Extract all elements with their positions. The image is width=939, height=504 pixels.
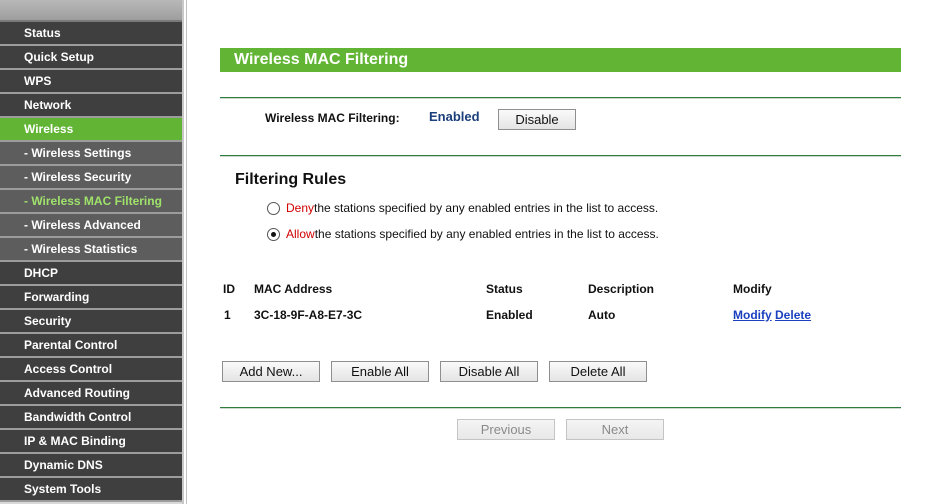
next-button[interactable]: Next: [566, 419, 664, 440]
column-header-description: Description: [588, 282, 655, 296]
previous-button[interactable]: Previous: [457, 419, 555, 440]
modify-link[interactable]: Modify: [733, 308, 772, 322]
filtering-rules-title: Filtering Rules: [235, 171, 347, 188]
table-row-status: Enabled: [486, 308, 533, 322]
allow-keyword: Allow: [286, 227, 315, 241]
sidebar-item-wireless-advanced[interactable]: - Wireless Advanced: [0, 214, 182, 238]
sidebar-item-quick-setup[interactable]: Quick Setup: [0, 46, 182, 70]
sidebar-item-bandwidth-control[interactable]: Bandwidth Control: [0, 406, 182, 430]
column-header-status: Status: [486, 282, 523, 296]
delete-all-button[interactable]: Delete All: [549, 361, 647, 382]
page-title: Wireless MAC Filtering: [220, 48, 901, 72]
add-new-button[interactable]: Add New...: [222, 361, 320, 382]
deny-rule-option[interactable]: Deny the stations specified by any enabl…: [267, 201, 658, 215]
sidebar-item-dynamic-dns[interactable]: Dynamic DNS: [0, 454, 182, 478]
sidebar-item-status[interactable]: Status: [0, 22, 182, 46]
sidebar-item-system-tools[interactable]: System Tools: [0, 478, 182, 502]
allow-rule-option[interactable]: Allow the stations specified by any enab…: [267, 227, 659, 241]
sidebar-item-dhcp[interactable]: DHCP: [0, 262, 182, 286]
column-header-id: ID: [223, 282, 235, 296]
filter-label: Wireless MAC Filtering:: [265, 111, 400, 125]
divider: [220, 407, 901, 409]
table-row-mac: 3C-18-9F-A8-E7-3C: [254, 308, 363, 322]
sidebar-item-ip-mac-binding[interactable]: IP & MAC Binding: [0, 430, 182, 454]
sidebar-item-wireless[interactable]: Wireless: [0, 118, 182, 142]
sidebar: Status Quick Setup WPS Network Wireless - Wir…: [0, 0, 184, 504]
table-row-id: 1: [224, 308, 231, 322]
sidebar-header: [0, 0, 182, 22]
sidebar-item-advanced-routing[interactable]: Advanced Routing: [0, 382, 182, 406]
deny-radio[interactable]: [267, 201, 280, 215]
sidebar-item-security[interactable]: Security: [0, 310, 182, 334]
column-header-modify: Modify: [733, 282, 772, 296]
sidebar-item-wps[interactable]: WPS: [0, 70, 182, 94]
disable-all-button[interactable]: Disable All: [440, 361, 538, 382]
filter-status: Enabled: [429, 109, 480, 124]
sidebar-item-network[interactable]: Network: [0, 94, 182, 118]
enable-all-button[interactable]: Enable All: [331, 361, 429, 382]
sidebar-nav: Status Quick Setup WPS Network Wireless - Wir…: [0, 22, 182, 502]
sidebar-item-wireless-security[interactable]: - Wireless Security: [0, 166, 182, 190]
sidebar-item-forwarding[interactable]: Forwarding: [0, 286, 182, 310]
sidebar-item-wireless-mac-filtering[interactable]: - Wireless MAC Filtering: [0, 190, 182, 214]
main-content: Wireless MAC Filtering Wireless MAC Filt…: [186, 0, 939, 504]
deny-keyword: Deny: [286, 201, 315, 215]
sidebar-item-wireless-statistics[interactable]: - Wireless Statistics: [0, 238, 182, 262]
sidebar-item-access-control[interactable]: Access Control: [0, 358, 182, 382]
deny-text: the stations specified by any enabled en…: [314, 201, 659, 215]
disable-button[interactable]: Disable: [498, 109, 576, 130]
delete-link[interactable]: Delete: [775, 308, 811, 322]
divider: [220, 97, 901, 99]
sidebar-item-parental-control[interactable]: Parental Control: [0, 334, 182, 358]
divider: [220, 155, 901, 157]
sidebar-item-wireless-settings[interactable]: - Wireless Settings: [0, 142, 182, 166]
table-row-description: Auto: [588, 308, 616, 322]
allow-radio[interactable]: [267, 227, 280, 241]
column-header-mac: MAC Address: [254, 282, 333, 296]
allow-text: the stations specified by any enabled en…: [314, 227, 659, 241]
